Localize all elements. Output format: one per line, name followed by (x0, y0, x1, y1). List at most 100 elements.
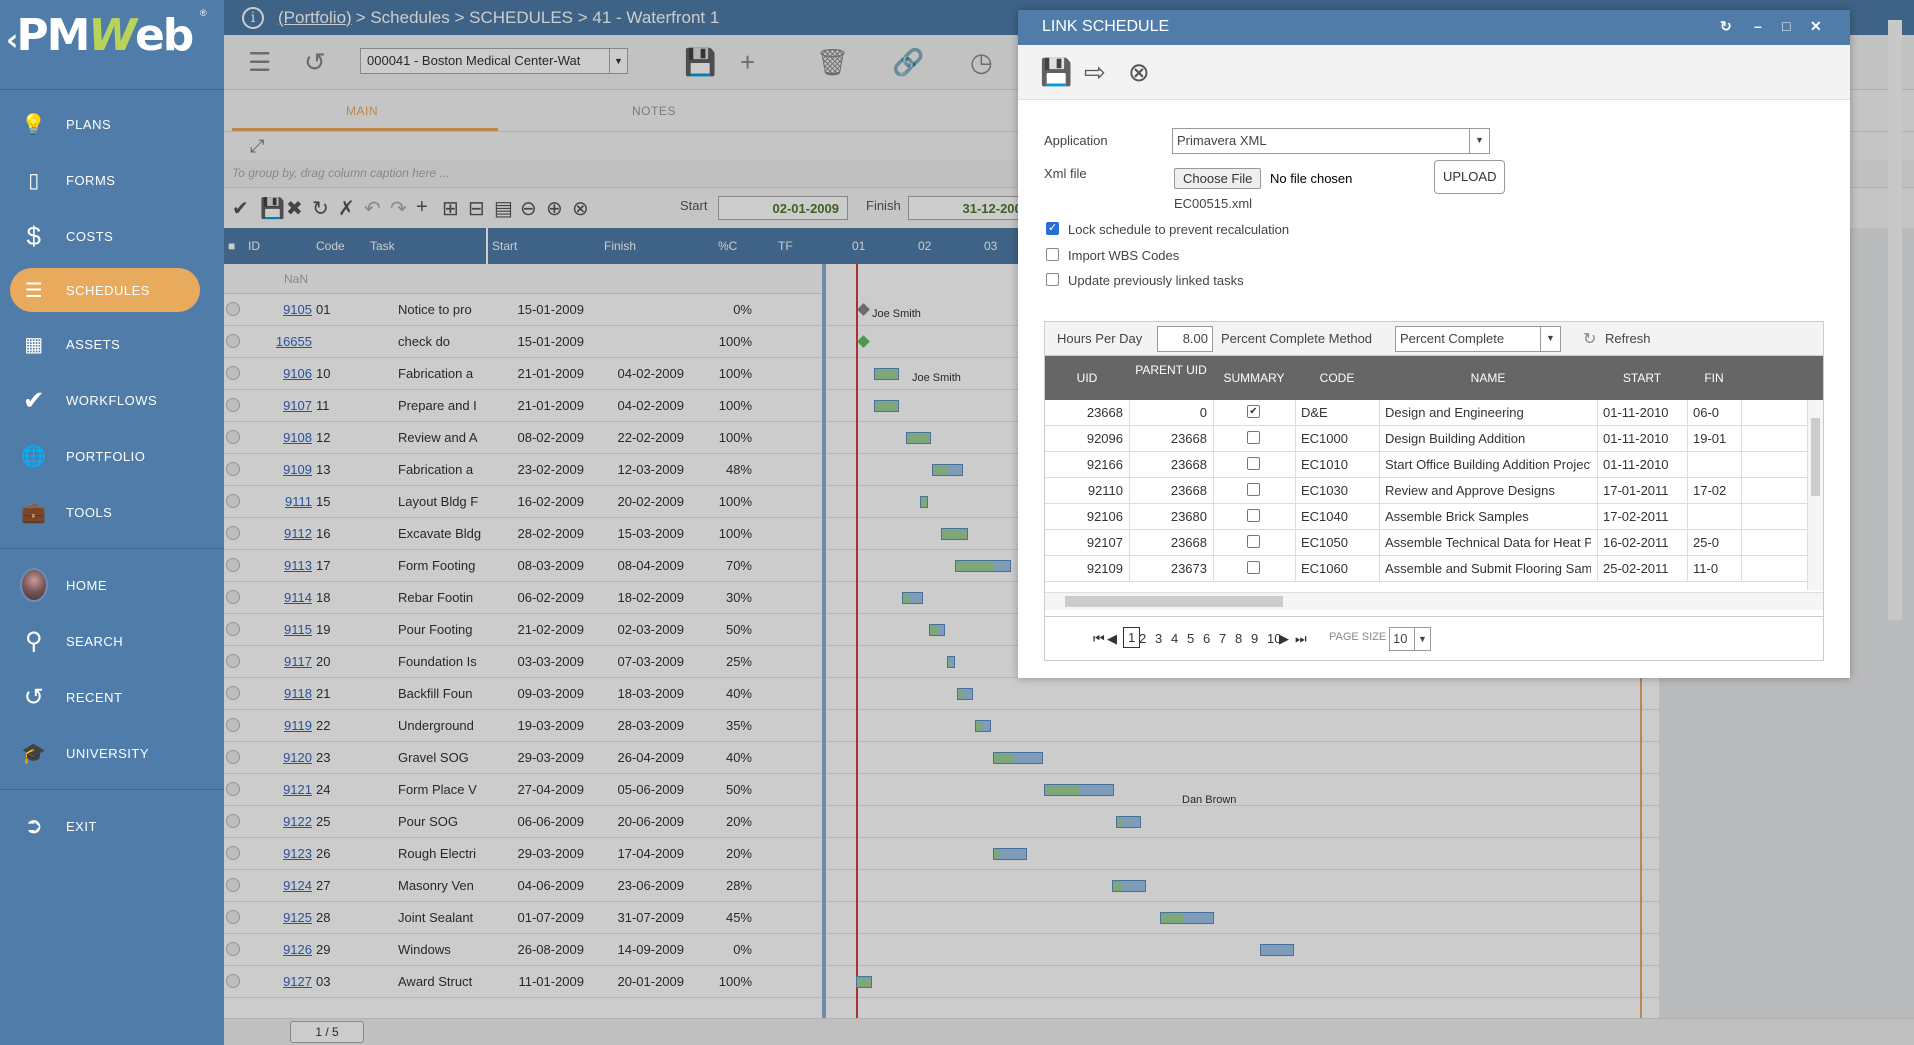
table-row[interactable]: 92096 23668 EC1000 Design Building Addition… (1045, 426, 1807, 452)
page-size-select[interactable]: 10 ▼ (1389, 627, 1431, 651)
nav-university[interactable]: 🎓 UNIVERSITY (0, 725, 224, 781)
column-divider (1597, 400, 1598, 425)
summary-checkbox[interactable] (1247, 457, 1260, 470)
cell-uid: 92110 (1087, 483, 1123, 498)
summary-checkbox[interactable] (1247, 535, 1260, 548)
page-link[interactable]: 5 (1187, 631, 1194, 646)
hours-per-day-input[interactable]: 8.00 (1157, 326, 1213, 352)
nav-schedules[interactable]: ☰ SCHEDULES (10, 268, 200, 312)
summary-checkbox[interactable] (1247, 483, 1260, 496)
update-linked-checkbox[interactable] (1046, 273, 1059, 286)
column-divider (1213, 400, 1214, 425)
pmweb-logo[interactable]: ‹PMWeb ® (0, 0, 224, 90)
cell-fin: 17-02 (1693, 483, 1727, 498)
close-icon[interactable]: ✕ (1810, 18, 1822, 35)
refresh-button[interactable]: Refresh (1605, 331, 1651, 346)
choose-file-button[interactable]: Choose File (1174, 168, 1262, 189)
document-icon: ▯ (28, 169, 40, 192)
nav-tools[interactable]: 💼 TOOLS (0, 484, 224, 540)
cell-code: EC1060 (1301, 561, 1348, 576)
import-wbs-checkbox[interactable] (1046, 248, 1059, 261)
scrollbar-thumb[interactable] (1811, 418, 1820, 496)
vertical-scrollbar[interactable] (1807, 400, 1823, 590)
refresh-window-icon[interactable]: ↻ (1720, 18, 1732, 35)
summary-checkbox[interactable]: ✔ (1247, 405, 1260, 418)
col-name[interactable]: NAME (1379, 371, 1597, 385)
tasks-grid-toolbar: Hours Per Day 8.00 Percent Complete Meth… (1045, 322, 1823, 356)
page-link[interactable]: 2 (1139, 631, 1146, 646)
nav-forms[interactable]: ▯ FORMS (0, 152, 224, 208)
cancel-icon[interactable]: ⊗ (1128, 57, 1150, 88)
nav-workflows[interactable]: ✔ WORKFLOWS (0, 372, 224, 428)
table-row[interactable]: 92110 23668 EC1030 Review and Approve Desig… (1045, 478, 1807, 504)
nav-search[interactable]: ⚲ SEARCH (0, 613, 224, 669)
nav-assets[interactable]: ▦ ASSETS (0, 316, 224, 372)
table-row[interactable]: 92107 23668 EC1050 Assemble Technical Data … (1045, 530, 1807, 556)
page-link[interactable]: 6 (1203, 631, 1210, 646)
upload-button[interactable]: UPLOAD (1434, 160, 1506, 194)
page-link[interactable]: 1 (1123, 627, 1141, 648)
first-page-icon[interactable]: ⏮ (1093, 631, 1105, 647)
table-row[interactable]: 23668 0 ✔ D&E Design and Engineering 01-11-20… (1045, 400, 1807, 426)
application-select[interactable]: Primavera XML ▼ (1172, 128, 1490, 154)
minimize-icon[interactable]: – (1754, 18, 1762, 34)
horizontal-scrollbar[interactable] (1045, 592, 1823, 610)
graduation-cap-icon: 🎓 (21, 742, 47, 765)
col-summary[interactable]: SUMMARY (1213, 371, 1295, 385)
hours-per-day-label: Hours Per Day (1057, 331, 1143, 346)
column-divider (1213, 556, 1214, 581)
nav-portfolio[interactable]: 🌐 PORTFOLIO (0, 428, 224, 484)
page-link[interactable]: 4 (1171, 631, 1178, 646)
dialog-header: LINK SCHEDULE ↻ – □ ✕ (1018, 10, 1850, 45)
column-divider (1687, 504, 1688, 529)
summary-checkbox[interactable] (1247, 431, 1260, 444)
col-parent-uid[interactable]: PARENT UID (1129, 363, 1213, 377)
column-divider (1741, 556, 1742, 581)
save-icon[interactable]: 💾 (1040, 57, 1072, 88)
sidebar: ‹PMWeb ® 💡 PLANS ▯ FORMS $ COSTS ☰ SCHEDULES… (0, 0, 224, 1045)
page-link[interactable]: 7 (1219, 631, 1226, 646)
percent-complete-method-select[interactable]: Percent Complete ▼ (1395, 326, 1561, 352)
page-link[interactable]: 3 (1155, 631, 1162, 646)
cell-name: Design and Engineering (1385, 405, 1524, 420)
tasks-grid: Hours Per Day 8.00 Percent Complete Meth… (1044, 321, 1824, 661)
table-row[interactable]: 92106 23680 EC1040 Assemble Brick Samples 17… (1045, 504, 1807, 530)
cell-code: D&E (1301, 405, 1328, 420)
cell-start: 16-02-2011 (1603, 535, 1669, 550)
nav-costs[interactable]: $ COSTS (0, 208, 224, 264)
column-divider (1129, 452, 1130, 477)
summary-checkbox[interactable] (1247, 561, 1260, 574)
building-icon: ▦ (24, 333, 44, 356)
table-row[interactable]: 92109 23673 EC1060 Assemble and Submit Floo… (1045, 556, 1807, 582)
nav-home[interactable]: HOME (0, 557, 224, 613)
summary-checkbox[interactable] (1247, 509, 1260, 522)
last-page-icon[interactable]: ⏭ (1295, 631, 1307, 647)
page-link[interactable]: 9 (1251, 631, 1258, 646)
scrollbar-thumb[interactable] (1065, 596, 1283, 607)
col-uid[interactable]: UID (1045, 371, 1129, 385)
column-divider (1213, 530, 1214, 555)
tasks-grid-header: UID PARENT UID SUMMARY CODE NAME START F… (1045, 356, 1823, 400)
col-code[interactable]: CODE (1295, 371, 1379, 385)
table-row[interactable]: 92166 23668 EC1010 Start Office Building Ad… (1045, 452, 1807, 478)
uploaded-file-name: EC00515.xml (1174, 196, 1253, 211)
user-avatar-icon (20, 568, 48, 602)
nav-recent[interactable]: ↺ RECENT (0, 669, 224, 725)
prev-page-icon[interactable]: ◀ (1107, 631, 1117, 647)
column-divider (1295, 452, 1296, 477)
page-link[interactable]: 8 (1235, 631, 1242, 646)
maximize-icon[interactable]: □ (1782, 18, 1790, 34)
col-start[interactable]: START (1597, 371, 1687, 385)
page-scrollbar[interactable] (1888, 20, 1902, 620)
cell-uid: 92107 (1086, 535, 1123, 550)
next-page-icon[interactable]: ▶ (1279, 631, 1289, 647)
column-divider (1741, 452, 1742, 477)
nav-plans[interactable]: 💡 PLANS (0, 96, 224, 152)
column-divider (1295, 400, 1296, 425)
nav-exit[interactable]: ➲ EXIT (0, 798, 224, 854)
cell-uid: 92166 (1086, 457, 1123, 472)
refresh-icon[interactable]: ↻ (1583, 329, 1596, 349)
col-finish[interactable]: FIN (1687, 371, 1741, 385)
save-and-close-icon[interactable]: ⇨ (1084, 57, 1106, 88)
lock-schedule-checkbox[interactable] (1046, 221, 1059, 235)
